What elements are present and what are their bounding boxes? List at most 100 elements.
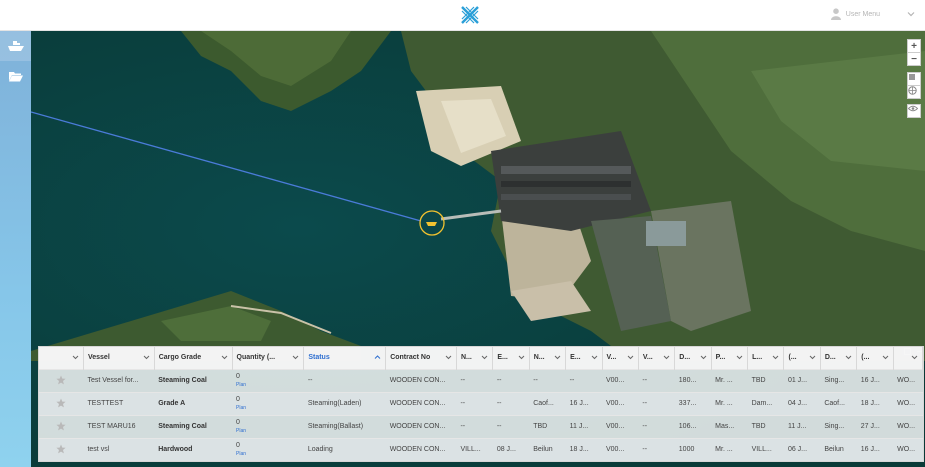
chevron-down-icon xyxy=(554,355,561,360)
column-header[interactable]: L... xyxy=(747,347,785,369)
user-menu-label: User Menu xyxy=(845,10,880,18)
column-header[interactable]: (... xyxy=(783,347,821,369)
grid-cell-c8: Beilun xyxy=(529,437,566,461)
column-header-label: Vessel xyxy=(87,354,110,362)
grid-cell-c18: WO... xyxy=(893,391,923,415)
grid-cell-c14: VILL... xyxy=(747,437,784,461)
column-header[interactable]: P... xyxy=(711,347,749,369)
column-header[interactable] xyxy=(39,347,84,369)
column-header[interactable]: Contract No xyxy=(385,347,457,369)
chevron-down-icon xyxy=(518,355,525,360)
sidebar-item-files[interactable] xyxy=(0,61,31,91)
grid-cell-c18: WO... xyxy=(893,414,923,438)
table-row[interactable]: TEST MARU16 Steaming Coal 0 Plan Steaming(Ba… xyxy=(39,414,923,438)
grid-cell-vessel: TESTTEST xyxy=(83,391,155,415)
chevron-down-icon xyxy=(700,355,707,360)
grid-cell-c9: 11 J... xyxy=(565,414,602,438)
chevron-down-icon xyxy=(663,355,670,360)
plan-label: Plan xyxy=(236,427,247,434)
sidebar-item-vessels[interactable] xyxy=(0,31,31,61)
grid-cell-c7: -- xyxy=(492,368,530,392)
table-row[interactable]: Test Vessel for... Steaming Coal 0 Plan -- WO… xyxy=(39,368,923,392)
grid-cell-c6: -- xyxy=(456,391,493,415)
grid-cell-c15: 06 J... xyxy=(783,437,821,461)
user-menu[interactable]: User Menu xyxy=(830,8,915,20)
grid-cell-c16: Caof... xyxy=(820,391,857,415)
ship-icon xyxy=(7,41,24,51)
table-row[interactable]: TESTTEST Grade A 0 Plan Steaming(Laden) WOODE… xyxy=(39,391,923,415)
chevron-down-icon xyxy=(736,355,743,360)
chevron-down-icon xyxy=(72,355,79,360)
star-icon[interactable] xyxy=(56,375,66,385)
quantity-cell: 0 Plan xyxy=(232,437,304,461)
column-header-label: (... xyxy=(861,354,870,362)
grid-cell-vessel: TEST MARU16 xyxy=(83,414,155,438)
grid-cell-cargo: Hardwood xyxy=(154,437,233,461)
grid-cell-c16: Sing... xyxy=(820,368,857,392)
column-header-label: D... xyxy=(824,354,836,362)
grid-cell-c7: 08 J... xyxy=(492,437,530,461)
plan-label: Plan xyxy=(236,450,247,457)
column-header[interactable]: N... xyxy=(456,347,494,369)
grid-cell-c8: Caof... xyxy=(529,391,566,415)
chevron-down-icon xyxy=(773,355,779,360)
column-header-label: (... xyxy=(788,354,797,362)
eye-icon xyxy=(908,105,918,112)
layers-button[interactable] xyxy=(907,72,921,86)
app-logo-icon[interactable] xyxy=(461,6,479,24)
grid-cell-c6: -- xyxy=(456,414,493,438)
star-icon[interactable] xyxy=(56,444,66,454)
favorite-cell xyxy=(39,414,84,438)
grid-cell-c15: 01 J... xyxy=(783,368,821,392)
column-header[interactable]: Cargo Grade xyxy=(154,347,233,369)
zoom-out-label: − xyxy=(911,53,917,65)
column-header-label: P... xyxy=(715,354,726,362)
column-header-label: Quantity (... xyxy=(236,354,276,362)
favorite-cell xyxy=(39,368,84,392)
column-header-label: N... xyxy=(460,354,472,362)
column-header[interactable]: E... xyxy=(565,347,603,369)
chevron-down-icon xyxy=(907,12,915,17)
chevron-down-icon xyxy=(911,355,918,360)
column-header[interactable]: (... xyxy=(856,347,894,369)
star-icon[interactable] xyxy=(56,398,66,408)
chevron-down-icon xyxy=(292,355,299,360)
grid-cell-cargo: Grade A xyxy=(154,391,233,415)
zoom-out-button[interactable]: − xyxy=(907,52,921,66)
globe-button[interactable] xyxy=(907,85,921,99)
favorite-cell xyxy=(39,437,84,461)
grid-cell-c12: 337... xyxy=(674,391,712,415)
column-header[interactable]: N... xyxy=(529,347,567,369)
grid-cell-c12: 106... xyxy=(674,414,712,438)
chevron-down-icon xyxy=(845,355,852,360)
favorite-cell xyxy=(39,391,84,415)
column-header-label: Cargo Grade xyxy=(158,354,202,362)
grid-cell-c7: -- xyxy=(492,414,530,438)
column-header[interactable] xyxy=(893,347,924,369)
grid-cell-c15: 11 J... xyxy=(783,414,821,438)
grid-cell-c14: Dam... xyxy=(747,391,784,415)
grid-cell-c11: -- xyxy=(638,391,675,415)
quantity-value: 0 xyxy=(236,418,240,426)
grid-cell-c18: WO... xyxy=(893,368,923,392)
column-header[interactable]: V... xyxy=(638,347,676,369)
grid-cell-contract: WOODEN CON... xyxy=(385,437,457,461)
star-icon[interactable] xyxy=(56,421,66,431)
zoom-in-button[interactable]: + xyxy=(907,39,921,53)
table-row[interactable]: test vsl Hardwood 0 Plan Loading WOODEN CON..… xyxy=(39,437,923,461)
chevron-down-icon xyxy=(882,355,888,360)
column-header[interactable]: D... xyxy=(674,347,712,369)
column-header[interactable]: Quantity (... xyxy=(232,347,305,369)
grid-cell-vessel: test vsl xyxy=(83,437,155,461)
chevron-down-icon xyxy=(445,355,452,360)
grid-cell-c10: V00... xyxy=(602,368,639,392)
column-header[interactable]: Vessel xyxy=(83,347,155,369)
visibility-button[interactable] xyxy=(907,104,921,118)
grid-cell-c17: 16 J... xyxy=(856,368,894,392)
column-header[interactable]: E... xyxy=(492,347,530,369)
grid-cell-contract: WOODEN CON... xyxy=(385,391,457,415)
column-header[interactable]: D... xyxy=(820,347,858,369)
column-header[interactable]: Status xyxy=(303,347,387,369)
grid-cell-status: Loading xyxy=(303,437,386,461)
column-header[interactable]: V... xyxy=(602,347,639,369)
